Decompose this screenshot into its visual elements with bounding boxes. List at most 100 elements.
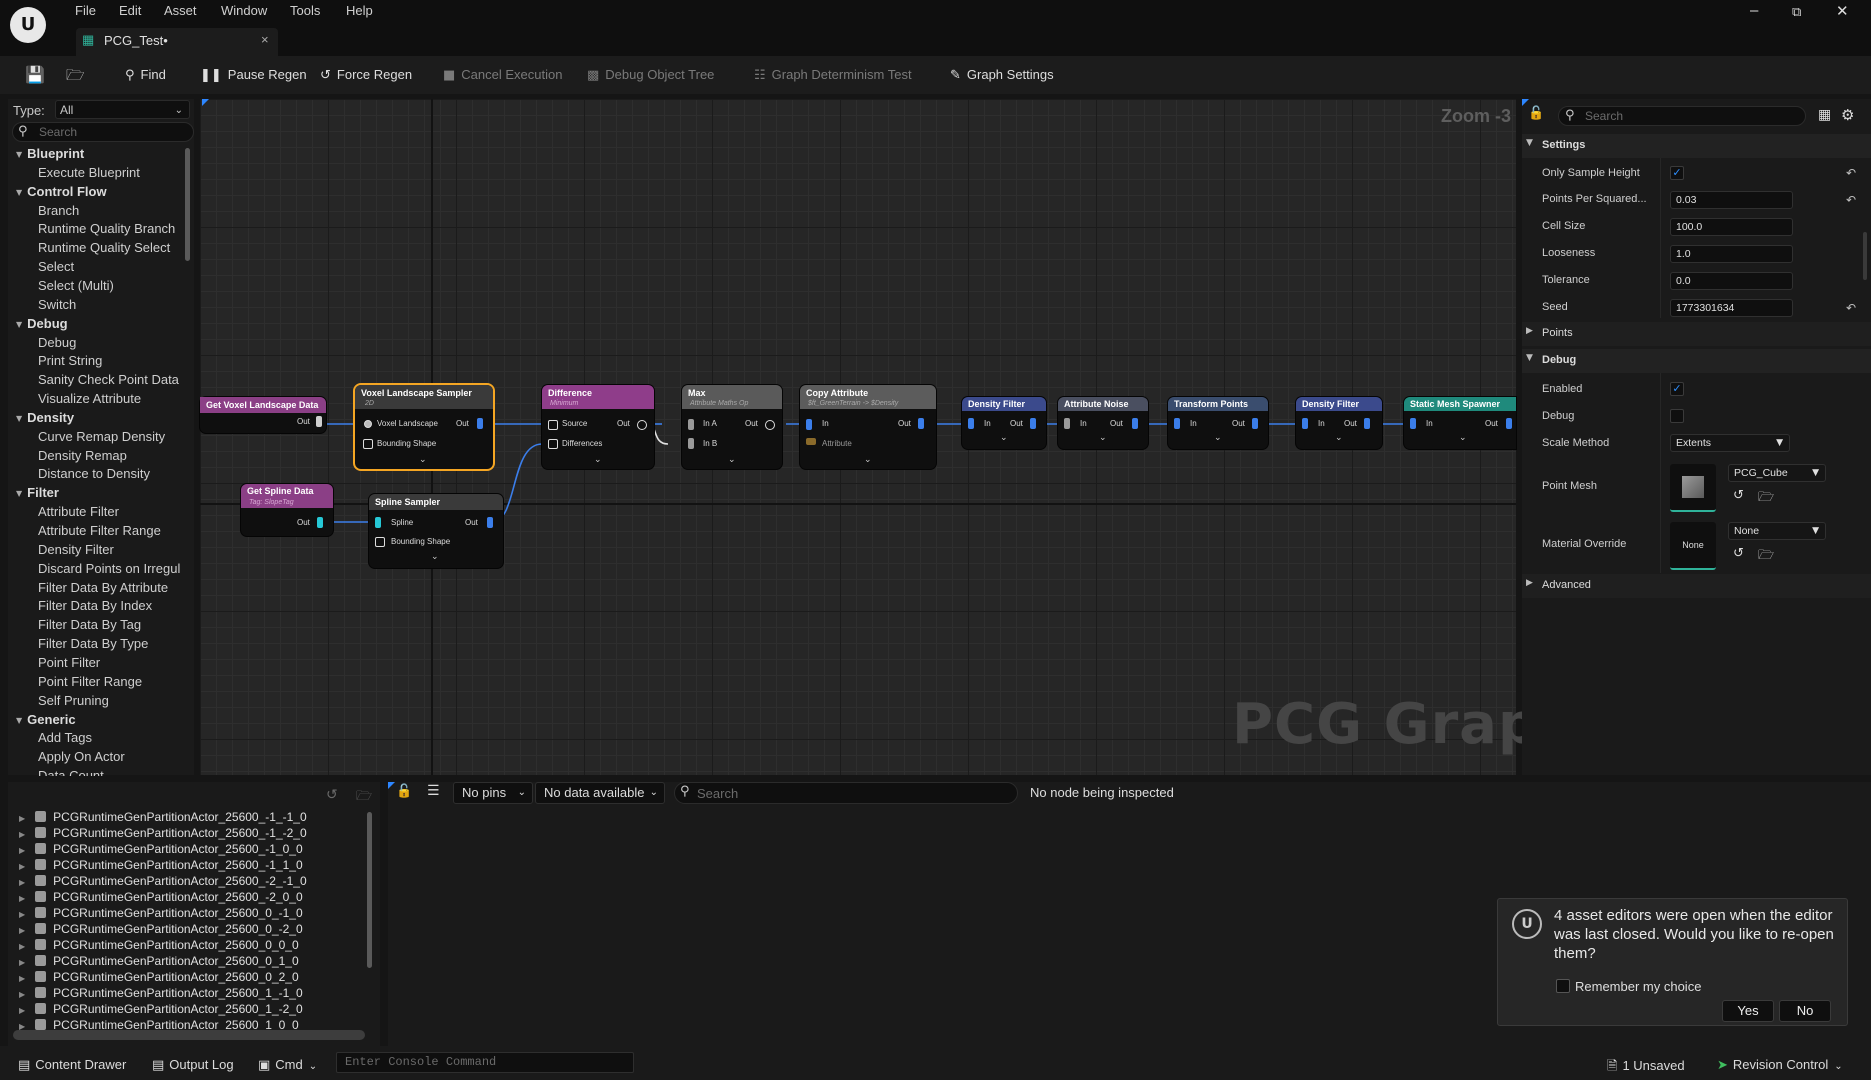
list-item[interactable]: ▶ PCGRuntimeGenPartitionActor_25600_1_-2_…: [19, 1002, 303, 1016]
node-static-mesh-spawner[interactable]: Static Mesh Spawner In Out ⌄: [1404, 397, 1516, 449]
filter-icon[interactable]: ☰: [427, 783, 440, 799]
palette-category[interactable]: ▼ Blueprint: [16, 146, 84, 161]
chevron-down-icon[interactable]: ⌄: [431, 552, 439, 562]
console-command-input[interactable]: Enter Console Command: [336, 1052, 634, 1073]
minimize-icon[interactable]: –: [1750, 2, 1758, 19]
revision-control-button[interactable]: ➤ Revision Control ⌄: [1717, 1057, 1843, 1073]
palette-category[interactable]: ▼ Density: [16, 410, 74, 425]
palette-item[interactable]: Point Filter Range: [38, 674, 142, 689]
palette-item[interactable]: Runtime Quality Select: [38, 240, 170, 255]
chevron-right-icon[interactable]: ▶: [19, 910, 25, 919]
find-button[interactable]: ⚲ Find: [125, 62, 166, 88]
list-item[interactable]: ▶ PCGRuntimeGenPartitionActor_25600_-2_-1…: [19, 874, 307, 888]
chevron-down-icon[interactable]: ⌄: [1099, 433, 1107, 443]
lock-icon[interactable]: 🔓: [1528, 106, 1544, 121]
chevron-right-icon[interactable]: ▶: [19, 894, 25, 903]
node-density-filter-2[interactable]: Density Filter In Out ⌄: [1296, 397, 1382, 449]
tolerance-input[interactable]: 0.0: [1670, 272, 1793, 290]
chevron-right-icon[interactable]: ▶: [19, 878, 25, 887]
details-category-points[interactable]: ▶ Points: [1522, 322, 1871, 346]
enabled-checkbox[interactable]: ✓: [1670, 382, 1684, 396]
chevron-down-icon[interactable]: ⌄: [1335, 433, 1343, 443]
palette-category[interactable]: ▼ Generic: [16, 712, 76, 727]
list-item[interactable]: ▶ PCGRuntimeGenPartitionActor_25600_0_1_0: [19, 954, 299, 968]
chevron-down-icon[interactable]: ⌄: [1459, 433, 1467, 443]
outliner-vertical-scrollbar[interactable]: [367, 812, 372, 968]
chevron-down-icon[interactable]: ⌄: [1000, 433, 1008, 443]
palette-item[interactable]: Execute Blueprint: [38, 165, 140, 180]
pin-out[interactable]: [1506, 418, 1512, 429]
pin-out[interactable]: [316, 416, 322, 427]
pin-in-a[interactable]: [688, 419, 694, 430]
cell-size-input[interactable]: 100.0: [1670, 218, 1793, 236]
scale-method-select[interactable]: Extents ▼: [1670, 434, 1790, 452]
pin-in[interactable]: [1302, 418, 1308, 429]
tab-close-icon[interactable]: ×: [261, 32, 269, 47]
palette-item[interactable]: Self Pruning: [38, 693, 109, 708]
list-item[interactable]: ▶ PCGRuntimeGenPartitionActor_25600_0_2_0: [19, 970, 299, 984]
seed-input[interactable]: 1773301634: [1670, 299, 1793, 317]
pin-in[interactable]: [806, 419, 812, 430]
only-sample-height-checkbox[interactable]: ✓: [1670, 166, 1684, 180]
pin-in[interactable]: [1064, 418, 1070, 429]
reset-icon[interactable]: ↶: [1846, 193, 1856, 207]
reset-icon[interactable]: ↶: [1846, 301, 1856, 315]
node-spline-sampler[interactable]: Spline Sampler Spline Out Bounding Shape…: [369, 494, 503, 568]
pin-source[interactable]: [548, 420, 558, 430]
palette-item[interactable]: Add Tags: [38, 730, 92, 745]
save-icon[interactable]: 💾: [25, 62, 45, 88]
point-mesh-thumbnail[interactable]: [1670, 464, 1716, 512]
node-get-voxel-landscape-data[interactable]: Get Voxel Landscape Data Out: [200, 397, 326, 433]
use-selected-icon[interactable]: ↺: [1733, 488, 1744, 503]
data-filter-select[interactable]: No data available ⌄: [535, 782, 665, 804]
palette-item[interactable]: Density Filter: [38, 542, 114, 557]
pin-spline[interactable]: [375, 517, 381, 528]
menu-file[interactable]: File: [75, 3, 96, 18]
list-item[interactable]: ▶ PCGRuntimeGenPartitionActor_25600_-1_1_…: [19, 858, 303, 872]
chevron-down-icon[interactable]: ⌄: [419, 455, 427, 465]
details-category-settings[interactable]: ▼ Settings: [1522, 134, 1871, 158]
details-search-input[interactable]: ⚲ Search: [1558, 106, 1806, 126]
close-window-icon[interactable]: ✕: [1836, 2, 1849, 20]
pin-differences[interactable]: [548, 439, 558, 449]
palette-item[interactable]: Discard Points on Irregul: [38, 561, 180, 576]
palette-item[interactable]: Debug: [38, 335, 76, 350]
palette-item[interactable]: Sanity Check Point Data: [38, 372, 179, 387]
node-max[interactable]: Max Attribute Maths Op In A Out In B ⌄: [682, 385, 782, 469]
palette-item[interactable]: Branch: [38, 203, 79, 218]
palette-item[interactable]: Attribute Filter: [38, 504, 119, 519]
palette-item[interactable]: Point Filter: [38, 655, 100, 670]
menu-help[interactable]: Help: [346, 3, 373, 18]
browse-asset-icon[interactable]: 🗁: [1758, 546, 1774, 568]
cancel-execution-button[interactable]: ■ Cancel Execution: [443, 62, 562, 88]
outliner-horizontal-scrollbar[interactable]: [13, 1030, 365, 1040]
gear-icon[interactable]: ⚙: [1841, 106, 1854, 124]
pin-out[interactable]: [1030, 418, 1036, 429]
list-item[interactable]: ▶ PCGRuntimeGenPartitionActor_25600_0_0_0: [19, 938, 299, 952]
node-attribute-noise[interactable]: Attribute Noise In Out ⌄: [1058, 397, 1148, 449]
palette-scrollbar[interactable]: [185, 148, 190, 261]
points-per-squared-input[interactable]: 0.03: [1670, 191, 1793, 209]
use-selected-icon[interactable]: ↺: [1733, 546, 1744, 561]
pins-filter-select[interactable]: No pins ⌄: [453, 782, 533, 804]
chevron-down-icon[interactable]: ⌄: [1214, 433, 1222, 443]
palette-item[interactable]: Filter Data By Type: [38, 636, 148, 651]
pin-out[interactable]: [918, 418, 924, 429]
details-category-advanced[interactable]: ▶ Advanced: [1522, 574, 1871, 598]
palette-item[interactable]: Runtime Quality Branch: [38, 221, 175, 236]
debug-checkbox[interactable]: [1670, 409, 1684, 423]
chevron-right-icon[interactable]: ▶: [19, 1006, 25, 1015]
pin-out[interactable]: [765, 420, 775, 430]
chevron-right-icon[interactable]: ▶: [19, 830, 25, 839]
pin-in[interactable]: [1410, 418, 1416, 429]
list-item[interactable]: ▶ PCGRuntimeGenPartitionActor_25600_-2_0_…: [19, 890, 303, 904]
palette-item[interactable]: Attribute Filter Range: [38, 523, 161, 538]
pin-out[interactable]: [637, 420, 647, 430]
details-category-debug[interactable]: ▼ Debug: [1522, 349, 1871, 373]
list-item[interactable]: ▶ PCGRuntimeGenPartitionActor_25600_0_-1_…: [19, 906, 303, 920]
chevron-right-icon[interactable]: ▶: [19, 814, 25, 823]
pin-voxel-landscape[interactable]: [364, 420, 372, 428]
pin-bounding-shape[interactable]: [363, 439, 373, 449]
chevron-right-icon[interactable]: ▶: [19, 942, 25, 951]
pin-out[interactable]: [1364, 418, 1370, 429]
